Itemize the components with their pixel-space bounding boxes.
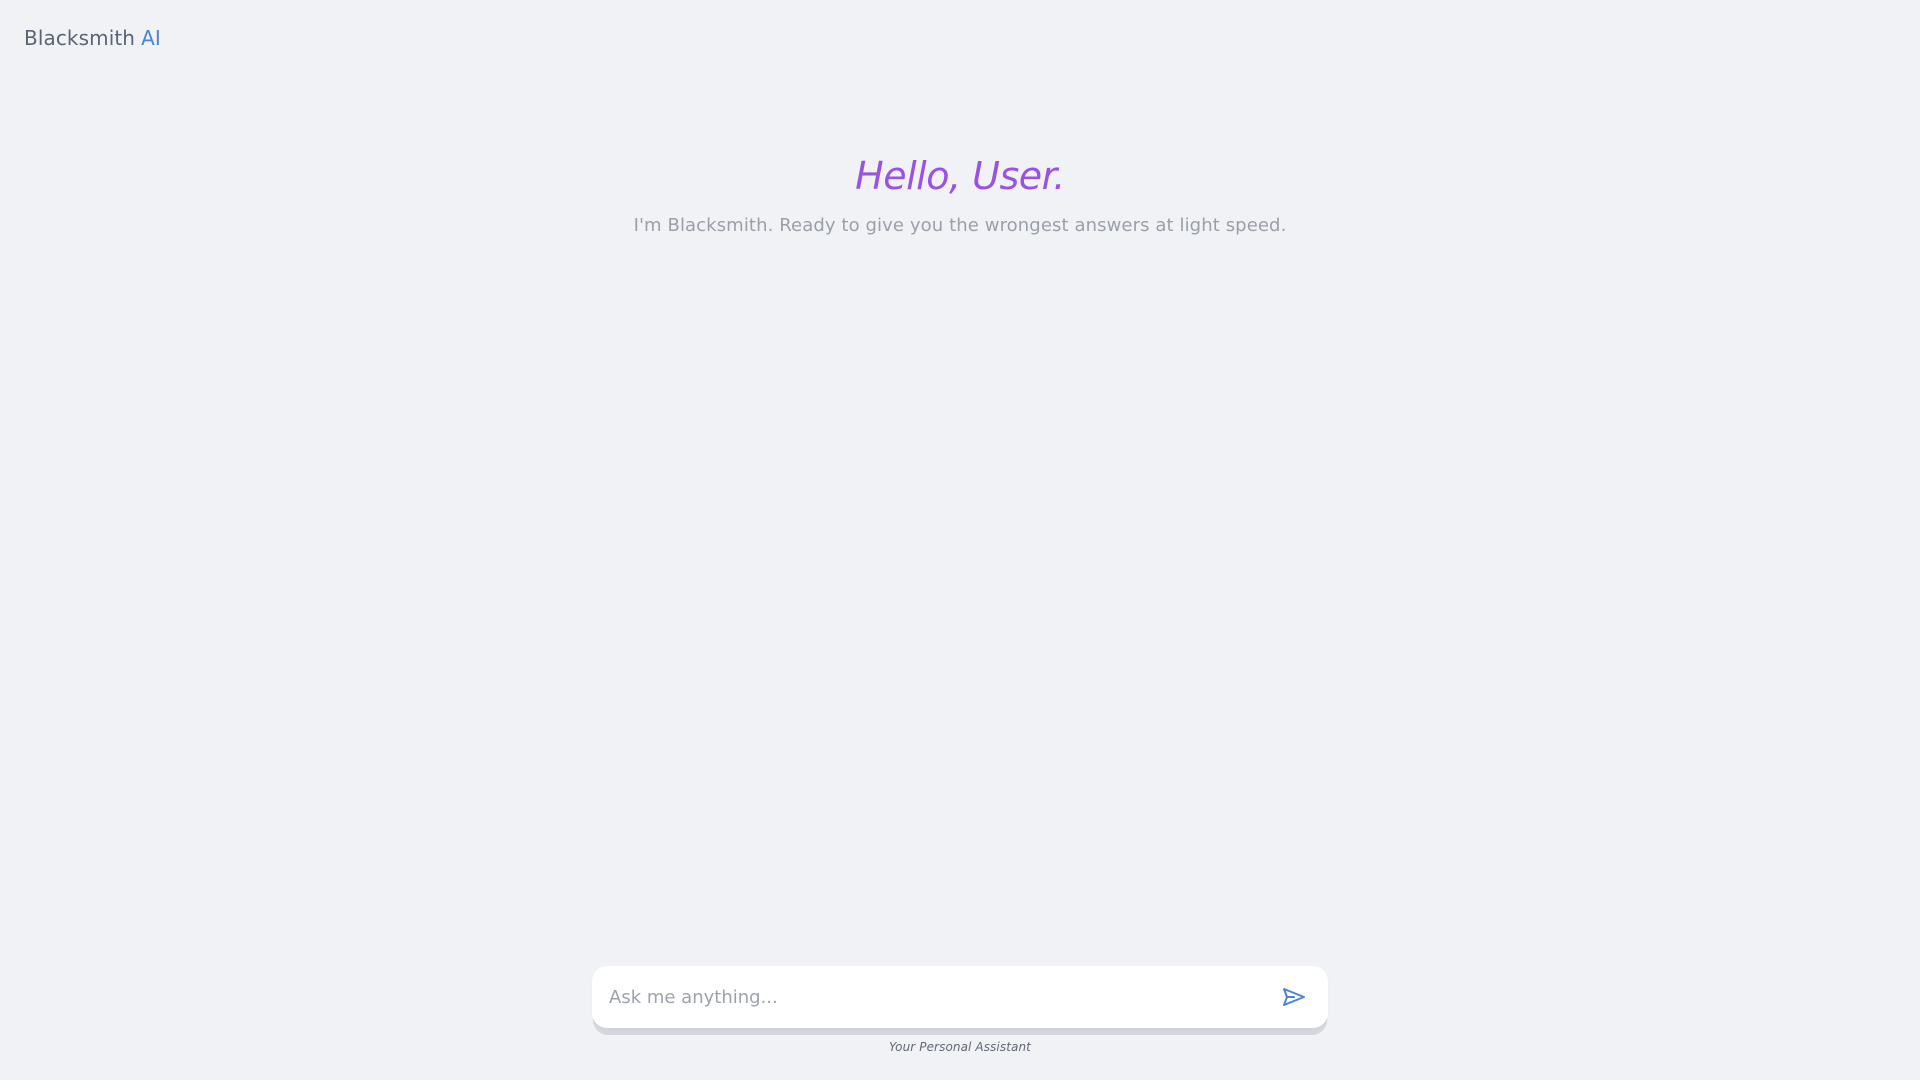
send-button[interactable] (1266, 966, 1322, 1028)
greeting-title: Hello, User. (855, 154, 1065, 198)
send-icon (1282, 987, 1306, 1007)
brand-name: Blacksmith (24, 26, 136, 50)
greeting-subtitle: I'm Blacksmith. Ready to give you the wr… (633, 215, 1287, 236)
greeting-section: Hello, User. I'm Blacksmith. Ready to gi… (0, 150, 1920, 239)
assistant-caption: Your Personal Assistant (889, 1040, 1031, 1054)
brand-accent: AI (141, 26, 161, 50)
brand-logo: Blacksmith AI (24, 24, 161, 52)
chat-composer (592, 966, 1328, 1028)
message-input[interactable] (592, 966, 1266, 1028)
